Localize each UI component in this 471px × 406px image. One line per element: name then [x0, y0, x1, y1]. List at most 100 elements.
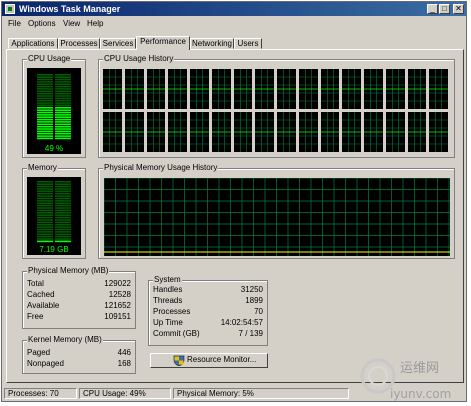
cpu-core-graph [124, 69, 144, 109]
cpu-meter-bar [37, 88, 53, 90]
cpu-meter-bar [37, 102, 53, 104]
cpu-meter-bar [55, 132, 71, 135]
cpu-history-grid [103, 69, 451, 155]
pm-total-value: 129022 [104, 279, 131, 288]
memory-meter-bar [37, 207, 53, 209]
sys-row: Up Time 14:02:54:57 [153, 318, 263, 328]
tab-applications[interactable]: Applications [8, 38, 58, 49]
status-cpu-usage: CPU Usage: 49% [79, 388, 171, 399]
cpu-core-graph [168, 69, 188, 109]
task-manager-icon [5, 4, 15, 14]
cpu-meter-bar [37, 125, 53, 128]
cpu-meter-bar [37, 95, 53, 97]
cpu-core-graph [298, 69, 318, 109]
memory-meter-bar [37, 238, 53, 240]
menu-help[interactable]: Help [87, 19, 103, 28]
cpu-core-graph [255, 112, 275, 152]
cpu-core-graph [190, 112, 209, 152]
cpu-history-group: CPU Usage History [98, 54, 455, 158]
memory-meter-bar [55, 209, 71, 212]
cpu-meter-bar [37, 114, 53, 116]
memory-meter-bar [37, 228, 53, 231]
menu-view[interactable]: View [63, 19, 80, 28]
memory-meter-bar [55, 181, 71, 183]
cpu-meter-bar [37, 109, 53, 111]
cpu-meter-bar [37, 107, 53, 109]
memory-meter-bar [37, 204, 53, 207]
cpu-meter-bar [37, 128, 53, 130]
cpu-meter-bar [37, 85, 53, 88]
minimize-button[interactable]: _ [427, 4, 438, 14]
watermark: 运维网 iyunv.com [360, 354, 470, 404]
cpu-meter-bar [55, 85, 71, 88]
watermark-line2: iyunv.com [390, 387, 451, 401]
memory-meter-bar [37, 233, 53, 236]
cpu-meter-bar [55, 135, 71, 137]
memory-meter-bar [37, 200, 53, 202]
memory-meter-bar [37, 221, 53, 224]
memory-meter-svg: 7.19 GB [37, 181, 71, 254]
memory-meter-bar [55, 226, 71, 228]
cpu-usage-value: 49 % [45, 144, 63, 153]
cpu-meter-bar [37, 123, 53, 126]
watermark-logo: 运维网 iyunv.com [360, 358, 451, 401]
maximize-button[interactable]: □ [439, 4, 450, 14]
cpu-meter-bar [37, 137, 53, 140]
sys-row: Processes 70 [153, 307, 263, 317]
title-bar[interactable]: Windows Task Manager _ □ ✕ [2, 2, 466, 16]
cpu-core-graph [364, 112, 383, 152]
memory-meter-bar [37, 231, 53, 233]
cpu-meter-bar [55, 102, 71, 104]
cpu-core-graph [146, 69, 166, 109]
cpu-core-graph [103, 112, 122, 152]
status-physical-memory: Physical Memory: 5% [173, 388, 349, 399]
memory-meter-bar [55, 204, 71, 207]
cpu-core-graph [364, 69, 383, 109]
cpu-meter-bar [37, 111, 53, 114]
sys-row: Handles 31250 [153, 285, 263, 295]
cpu-meter-bar [37, 130, 53, 133]
shield-icon [173, 355, 185, 366]
window-title: Windows Task Manager [19, 4, 121, 14]
cpu-meter-bar [55, 125, 71, 128]
memory-meter-bar [55, 195, 71, 197]
cpu-meter-bar [55, 78, 71, 81]
resource-monitor-button[interactable]: Resource Monitor... [150, 353, 268, 368]
tab-services[interactable]: Services [100, 38, 136, 49]
menu-file[interactable]: File [8, 19, 21, 28]
cpu-meter-bar [37, 74, 53, 76]
menu-options[interactable]: Options [28, 19, 56, 28]
memory-meter-bar [37, 181, 53, 183]
cpu-core-graph [255, 69, 275, 109]
sys-processes-value: 70 [254, 307, 263, 316]
km-row: Nonpaged 168 [27, 359, 131, 369]
tab-processes[interactable]: Processes [58, 38, 100, 49]
cpu-core-graph [124, 112, 144, 152]
tab-networking[interactable]: Networking [190, 38, 234, 49]
cpu-meter-bar [55, 137, 71, 140]
memory-meter-bar [37, 209, 53, 212]
memory-meter-bar [55, 197, 71, 200]
cpu-meter-bar [37, 90, 53, 93]
watermark-line1: 运维网 [400, 361, 439, 376]
cpu-meter-bar [55, 111, 71, 114]
tab-users[interactable]: Users [234, 38, 262, 49]
kernel-memory-label: Kernel Memory (MB) [27, 335, 103, 345]
memory-meter-bar [55, 219, 71, 221]
cpu-meter-bar [37, 135, 53, 137]
cpu-meter-bar [55, 118, 71, 121]
cpu-core-graph [320, 112, 340, 152]
cpu-meter-bar [55, 97, 71, 100]
close-button[interactable]: ✕ [453, 4, 464, 14]
memory-meter-bar [37, 195, 53, 197]
cpu-meter-bar [55, 121, 71, 123]
tab-strip: Applications Processes Services Performa… [2, 36, 466, 50]
memory-meter-bar [37, 223, 53, 226]
cpu-meter-bar [55, 107, 71, 109]
tab-performance[interactable]: Performance [136, 36, 190, 50]
cpu-core-graph [103, 69, 122, 109]
memory-meter-bar [55, 223, 71, 226]
cpu-meter-bar [55, 114, 71, 116]
cpu-meter-bar [55, 123, 71, 126]
cpu-meter-bar [55, 109, 71, 111]
